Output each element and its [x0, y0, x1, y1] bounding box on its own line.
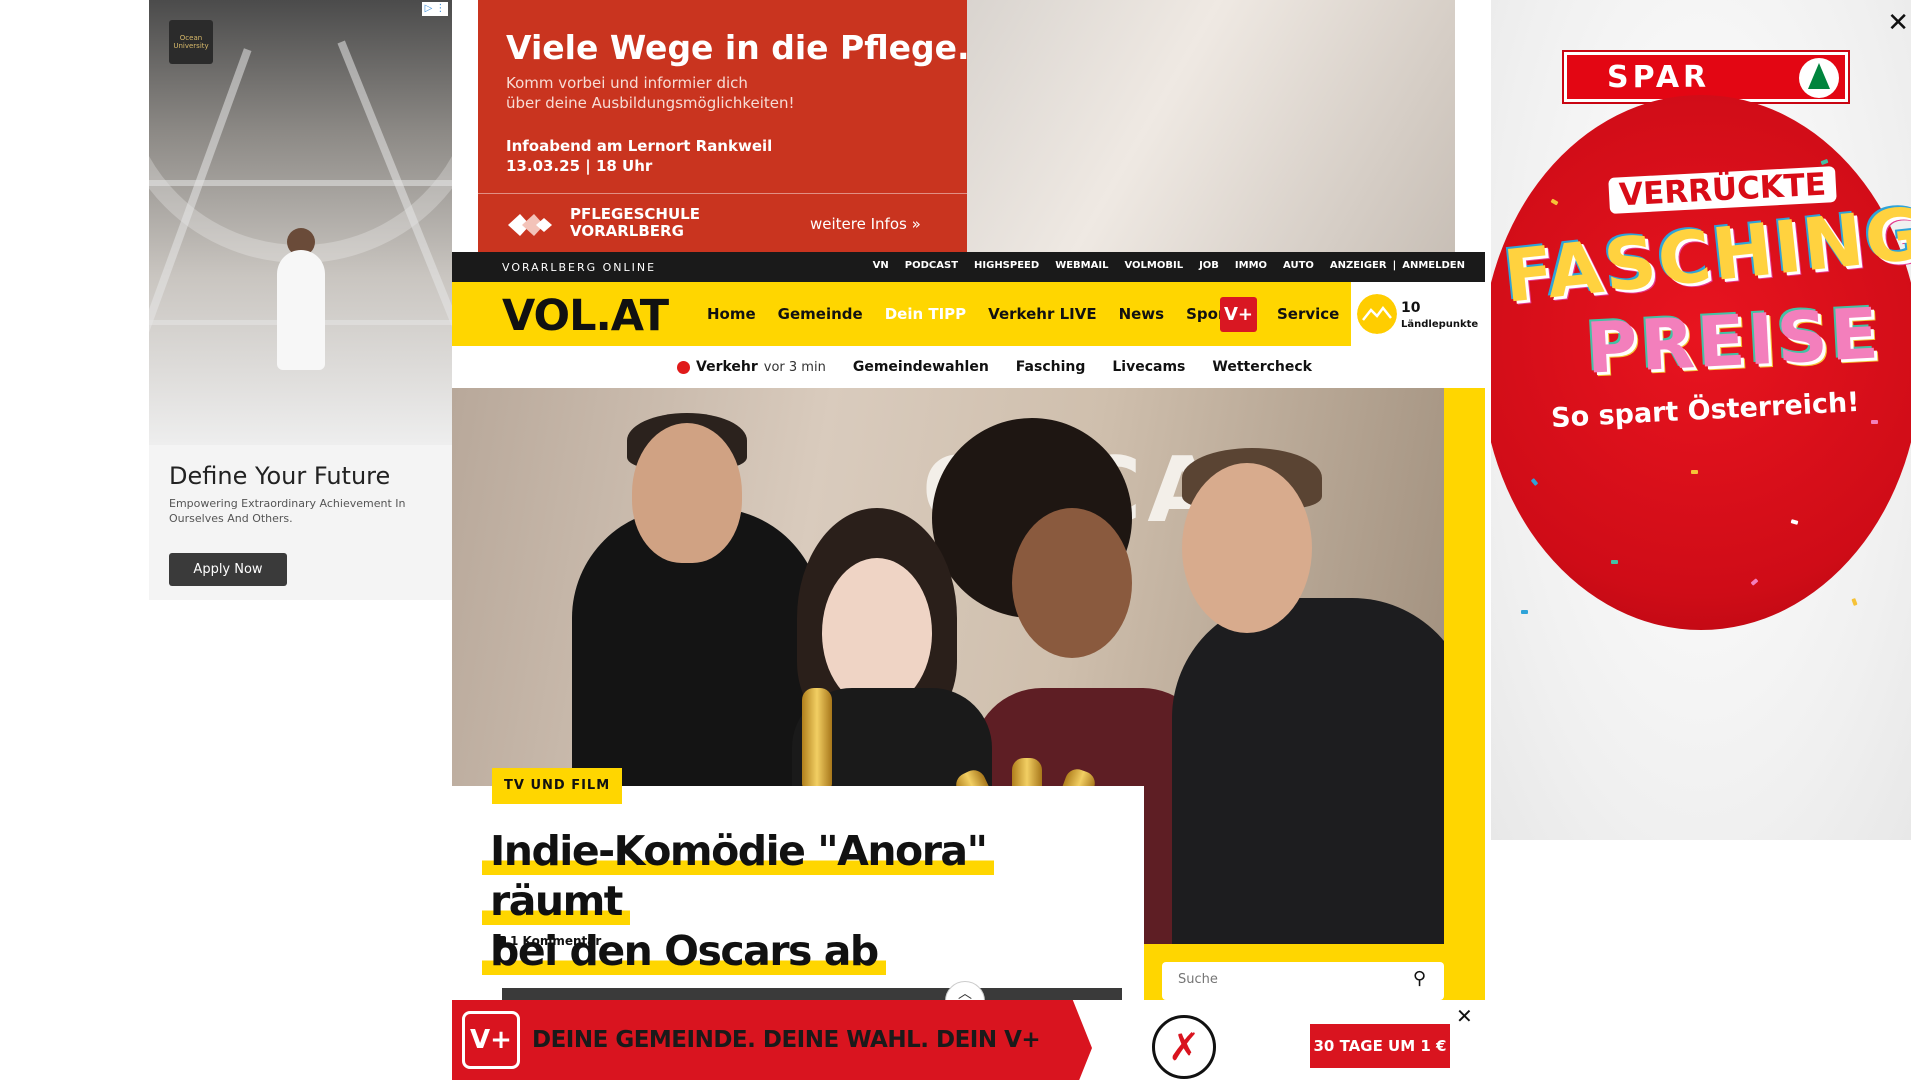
right-skyscraper-ad[interactable]: ✕ SPAR VERRÜCKTE FASCHINGS PREISE So spa…	[1491, 0, 1911, 840]
left-skyscraper-ad[interactable]: Ocean University ▷ ⋮ Define Your Future …	[149, 0, 452, 600]
comments-count: 1 Kommentar	[510, 934, 602, 948]
ad-body-line: Komm vorbei und informier dich	[506, 74, 748, 92]
divider	[478, 193, 967, 194]
service-link-highspeed[interactable]: HIGHSPEED	[974, 260, 1039, 271]
sub-navigation: Verkehr vor 3 min Gemeindewahlen Faschin…	[452, 346, 1485, 388]
school-name-line: PFLEGESCHULE	[570, 205, 700, 223]
hero-side-strip	[1444, 388, 1485, 1000]
ad-body-line: über deine Ausbildungsmöglichkeiten!	[506, 94, 795, 112]
close-icon[interactable]: ✕	[1456, 1004, 1473, 1028]
subnav-item-wettercheck[interactable]: Wettercheck	[1212, 359, 1312, 375]
comment-icon	[494, 936, 506, 946]
search-area: ⚲	[1144, 944, 1444, 1000]
points-value: 10	[1401, 300, 1421, 316]
close-icon[interactable]: ✕	[1887, 8, 1909, 38]
login-link[interactable]: ANMELDEN	[1402, 260, 1465, 271]
school-name: PFLEGESCHULE VORARLBERG	[570, 206, 700, 240]
headline-line: Indie-Komödie "Anora" räumt	[482, 827, 995, 925]
nav-item-home[interactable]: Home	[707, 305, 756, 323]
university-logo: Ocean University	[169, 20, 213, 64]
service-link-immo[interactable]: IMMO	[1235, 260, 1267, 271]
nav-item-service[interactable]: Service	[1277, 305, 1339, 323]
adchoices-icon[interactable]: ▷ ⋮	[422, 2, 448, 16]
service-link-auto[interactable]: AUTO	[1283, 260, 1314, 271]
service-link-vn[interactable]: VN	[873, 260, 889, 271]
live-indicator-icon	[677, 360, 690, 374]
ad-subtitle: Empowering Extraordinary Achievement In …	[169, 497, 406, 525]
nav-item-gemeinde[interactable]: Gemeinde	[778, 305, 863, 323]
nav-item-dein-tipp[interactable]: Dein TIPP	[885, 305, 966, 323]
search-icon[interactable]: ⚲	[1413, 968, 1426, 989]
next-article-preview	[502, 988, 1122, 1000]
ad-line-preise: PREISE	[1584, 292, 1884, 390]
search-box[interactable]: ⚲	[1162, 962, 1444, 1000]
site-logo[interactable]: VOL.AT	[502, 291, 669, 341]
comments-link[interactable]: 1 Kommentar	[494, 934, 601, 948]
subnav-items: Verkehr vor 3 min Gemeindewahlen Faschin…	[677, 359, 1312, 375]
live-label: Verkehr	[696, 359, 758, 375]
article-headline[interactable]: Indie-Komödie "Anora" räumt bei den Osca…	[482, 826, 1102, 976]
laendlepunkte-widget[interactable]: 10 Ländlepunkte	[1351, 282, 1485, 346]
ad-headline: Viele Wege in die Pflege.	[506, 28, 970, 67]
apply-now-button[interactable]: Apply Now	[169, 553, 287, 586]
service-bar: VORARLBERG ONLINE VN PODCAST HIGHSPEED W…	[452, 252, 1485, 282]
ad-event: Infoabend am Lernort Rankweil 13.03.25 |…	[506, 136, 772, 176]
bottom-sticky-ad[interactable]: V+ DEINE GEMEINDE. DEINE WAHL. DEIN V+ ✗…	[452, 1000, 1485, 1080]
top-banner-ad[interactable]: Viele Wege in die Pflege. Komm vorbei un…	[478, 0, 1455, 252]
service-links: VN PODCAST HIGHSPEED WEBMAIL VOLMOBIL JO…	[873, 260, 1465, 271]
nav-menu: Home Gemeinde Dein TIPP Verkehr LIVE New…	[707, 305, 1233, 323]
article-teaser[interactable]: TV UND FILM Indie-Komödie "Anora" räumt …	[452, 768, 1144, 1007]
service-link-volmobil[interactable]: VOLMOBIL	[1124, 260, 1183, 271]
live-traffic-item[interactable]: Verkehr vor 3 min	[677, 359, 826, 375]
live-time: vor 3 min	[763, 359, 826, 375]
ad-photo	[149, 0, 452, 445]
school-name-line: VORARLBERG	[570, 222, 684, 240]
search-input[interactable]	[1178, 972, 1398, 987]
ad-event-line: 13.03.25 | 18 Uhr	[506, 157, 653, 175]
points-label: Ländlepunkte	[1401, 319, 1479, 330]
ad-body: Komm vorbei und informier dich über dein…	[506, 73, 946, 113]
subnav-item-gemeindewahlen[interactable]: Gemeindewahlen	[853, 359, 989, 375]
main-navigation: VOL.AT Home Gemeinde Dein TIPP Verkehr L…	[452, 282, 1485, 346]
ad-slogan: DEINE GEMEINDE. DEINE WAHL. DEIN V+	[532, 1027, 1041, 1053]
site-brand: VORARLBERG ONLINE	[502, 261, 657, 274]
separator: |	[1392, 260, 1397, 271]
more-info-link[interactable]: weitere Infos »	[810, 215, 921, 233]
pflegeschule-logo-icon	[508, 214, 552, 236]
service-link-podcast[interactable]: PODCAST	[905, 260, 958, 271]
ad-title: Define Your Future	[169, 462, 391, 490]
subnav-item-livecams[interactable]: Livecams	[1112, 359, 1185, 375]
service-link-job[interactable]: JOB	[1199, 260, 1219, 271]
subnav-item-fasching[interactable]: Fasching	[1016, 359, 1086, 375]
ballot-icon: ✗	[1152, 1015, 1216, 1079]
vplus-button[interactable]: V+	[1220, 297, 1257, 332]
ad-event-line: Infoabend am Lernort Rankweil	[506, 137, 773, 155]
nav-item-verkehr-live[interactable]: Verkehr LIVE	[988, 305, 1096, 323]
service-link-anzeiger[interactable]: ANZEIGER	[1330, 260, 1387, 271]
spar-brand: SPAR	[1607, 60, 1711, 95]
service-link-webmail[interactable]: WEBMAIL	[1055, 260, 1108, 271]
nav-item-news[interactable]: News	[1119, 305, 1165, 323]
tree-icon	[1808, 63, 1830, 89]
sun-mountain-icon	[1357, 294, 1397, 334]
category-tag[interactable]: TV UND FILM	[492, 768, 623, 804]
vplus-badge: V+	[462, 1011, 520, 1069]
subscribe-button[interactable]: 30 TAGE UM 1 €	[1310, 1024, 1450, 1068]
ad-photo	[967, 0, 1455, 252]
